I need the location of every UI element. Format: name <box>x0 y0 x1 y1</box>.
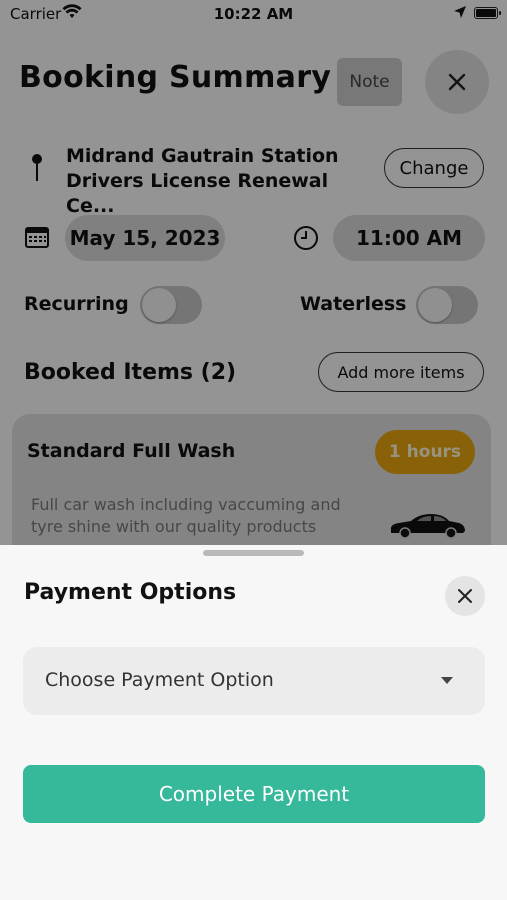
close-icon <box>458 589 472 603</box>
payment-option-placeholder: Choose Payment Option <box>45 669 274 691</box>
sheet-drag-handle[interactable] <box>203 550 304 556</box>
payment-options-title: Payment Options <box>24 580 237 605</box>
caret-down-icon <box>441 677 453 684</box>
close-sheet-button[interactable] <box>445 576 485 616</box>
complete-payment-button[interactable]: Complete Payment <box>23 765 485 823</box>
